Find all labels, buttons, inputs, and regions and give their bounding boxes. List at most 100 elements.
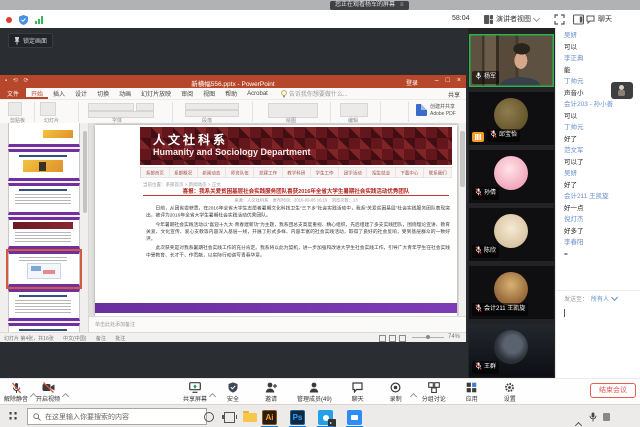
slide-thumbnail[interactable]: [8, 323, 80, 332]
view-buttons[interactable]: [379, 335, 406, 342]
tray-expand-icon[interactable]: [576, 415, 581, 427]
minimize-icon[interactable]: –: [435, 77, 439, 84]
ppt-tab-审阅[interactable]: 审阅: [176, 88, 198, 99]
ppt-tab-文件[interactable]: 文件: [0, 88, 26, 99]
ppt-tab-切换[interactable]: 切换: [92, 88, 114, 99]
chat-message[interactable]: 吴妍好了: [564, 168, 639, 191]
ppt-titlebar[interactable]: ▪ ⟲ ⟳ 新横幅556.pptx - PowerPoint 登录 – □ ×: [0, 75, 466, 88]
slide-thumbnail-panel[interactable]: [0, 123, 89, 332]
chat-panel-header[interactable]: 聊天: [586, 14, 612, 24]
notes-pane[interactable]: 单击此处添加备注: [89, 316, 466, 333]
chat-message[interactable]: 会计211 王凯旋好一点: [564, 191, 639, 214]
chat-message[interactable]: 李正典能: [564, 53, 639, 76]
fullscreen-button[interactable]: [554, 14, 565, 25]
slide-scrollbar[interactable]: [459, 123, 466, 332]
toolbar-item-应用[interactable]: 应用: [460, 382, 484, 403]
chat-bubble-icon: [586, 15, 595, 24]
toolbar-item-安全[interactable]: 安全: [221, 382, 245, 403]
send-to-target[interactable]: 所有人: [591, 294, 609, 303]
slide-thumbnail[interactable]: [8, 183, 80, 215]
video-tile-孙倩[interactable]: 孙倩: [469, 150, 554, 203]
participant-name: 会计211 王凯旋: [484, 306, 525, 313]
toolbar-item-caret[interactable]: [63, 386, 68, 404]
pin-screen-button[interactable]: 锁定画面: [8, 33, 53, 48]
language-indicator: 中文(中国): [63, 336, 86, 342]
video-tile-陈欣[interactable]: 陈欣: [469, 208, 554, 261]
current-slide[interactable]: 人文社科系 Humanity and Sociology Department …: [95, 125, 457, 316]
slide-thumbnail-selected[interactable]: [8, 251, 80, 287]
photoshop-icon[interactable]: Ps: [290, 410, 305, 425]
toolbar-item-分组讨论[interactable]: 分组讨论: [422, 382, 446, 403]
close-icon[interactable]: ×: [457, 77, 461, 84]
meeting-toolbar: 解除静音开启视频 共享屏幕安全邀请管理成员(49) 聊天 录制分组讨论应用设置 结束…: [0, 378, 640, 405]
chat-input[interactable]: [556, 304, 640, 378]
tray-app-icon[interactable]: [603, 413, 610, 421]
ppt-tab-动画[interactable]: 动画: [114, 88, 136, 99]
banner-menu-icon[interactable]: ≡: [400, 1, 404, 10]
toolbar-item-设置[interactable]: 设置: [498, 382, 522, 403]
adobe-pdf-icon[interactable]: [416, 104, 427, 116]
toolbar-item-管理成员(49)[interactable]: 管理成员(49): [297, 382, 332, 403]
chat-message-list[interactable]: 吴妍可以李正典能丁帅元声音小会计203 - 孙小善可以丁帅元好了范文军可以了吴妍…: [564, 30, 639, 260]
toolbar-item-解除静音[interactable]: 解除静音: [4, 382, 28, 403]
slide-counter: 幻灯片 第4张，共16张: [4, 336, 54, 342]
restore-icon[interactable]: □: [446, 77, 450, 84]
slide-edit-area[interactable]: 人文社科系 Humanity and Sociology Department …: [89, 123, 466, 332]
chat-message[interactable]: 丁帅元好了: [564, 122, 639, 145]
adobe-pdf-label[interactable]: 创建并共享Adobe PDF: [430, 104, 456, 118]
ppt-tab-帮助[interactable]: 帮助: [220, 88, 242, 99]
video-tile-杨军[interactable]: 杨军: [469, 34, 554, 87]
toolbar-item-聊天[interactable]: 聊天: [346, 382, 370, 403]
toolbar-item-开启视频[interactable]: 开启视频: [36, 382, 60, 403]
slide-thumbnail[interactable]: [8, 289, 80, 321]
chat-message[interactable]: 李春阳=: [564, 237, 639, 260]
thumbnail-scrollbar[interactable]: [83, 131, 87, 213]
task-view-icon[interactable]: [224, 412, 235, 423]
ppt-signin[interactable]: 登录: [406, 78, 418, 87]
end-meeting-button[interactable]: 结束会议: [590, 383, 636, 398]
tray-mic-icon[interactable]: [589, 412, 597, 422]
illustrator-icon[interactable]: Ai: [262, 410, 277, 425]
video-tile-邱宝怡[interactable]: 邱宝怡: [469, 92, 554, 145]
file-explorer-icon[interactable]: [243, 413, 257, 422]
ppt-tab-设计[interactable]: 设计: [70, 88, 92, 99]
cortana-icon[interactable]: [204, 412, 214, 422]
mic-status-icon: [475, 304, 482, 315]
view-mode-button[interactable]: 演讲者视图: [484, 13, 539, 25]
slide-thumbnail[interactable]: [8, 217, 80, 249]
ppt-tab-开始[interactable]: 开始: [26, 88, 48, 99]
toolbar-item-共享屏幕[interactable]: 共享屏幕: [183, 382, 207, 403]
toolbar-item-caret[interactable]: [210, 386, 215, 404]
comments-toggle[interactable]: 批注: [115, 336, 125, 342]
send-to-dropdown-icon[interactable]: [611, 294, 618, 301]
ppt-tab-插入[interactable]: 插入: [48, 88, 70, 99]
ppt-tab-视图[interactable]: 视图: [198, 88, 220, 99]
toolbar-item-label: 聊天: [352, 394, 364, 403]
chevron-down-icon: [533, 14, 540, 21]
notes-toggle[interactable]: 备注: [96, 336, 106, 342]
toolbar-item-caret[interactable]: [411, 386, 416, 404]
ppt-tab-幻灯片放映[interactable]: 幻灯片放映: [136, 88, 176, 99]
start-button[interactable]: [7, 412, 17, 422]
toolbar-item-邀请[interactable]: 邀请: [259, 382, 283, 403]
webpage-nav-item: 团学活动: [338, 168, 366, 178]
zoom-slider[interactable]: [412, 337, 444, 338]
toolbar-item-录制[interactable]: 录制: [384, 382, 408, 403]
chat-message[interactable]: 范文军可以了: [564, 145, 639, 168]
meeting-app-icon[interactable]: [318, 410, 333, 425]
slide-thumbnail[interactable]: [8, 149, 80, 181]
video-app-icon[interactable]: [347, 410, 362, 425]
layout-button[interactable]: [573, 14, 584, 25]
participant-avatar: [494, 330, 528, 364]
slide-thumbnail[interactable]: [8, 123, 80, 147]
chat-message[interactable]: 吴妍可以: [564, 30, 639, 53]
tell-me-box[interactable]: 告诉我你想要做什么...: [273, 88, 348, 99]
ppt-ribbon[interactable]: 剪贴板 幻灯片 字体 段落 绘图 编辑 创建并共享Adobe PDF: [0, 100, 466, 125]
video-tile-会计211 王凯旋[interactable]: 会计211 王凯旋: [469, 266, 554, 319]
participant-name-bar: 王群: [472, 361, 499, 374]
chat-message[interactable]: 会计203 - 孙小善可以: [564, 99, 639, 122]
taskbar-search-input[interactable]: 在这里输入你要搜索的内容: [27, 408, 207, 425]
chat-message[interactable]: 倪灯杰好多了: [564, 214, 639, 237]
ppt-share-button[interactable]: 共享: [448, 90, 460, 99]
ppt-tab-Acrobat[interactable]: Acrobat: [242, 88, 273, 99]
